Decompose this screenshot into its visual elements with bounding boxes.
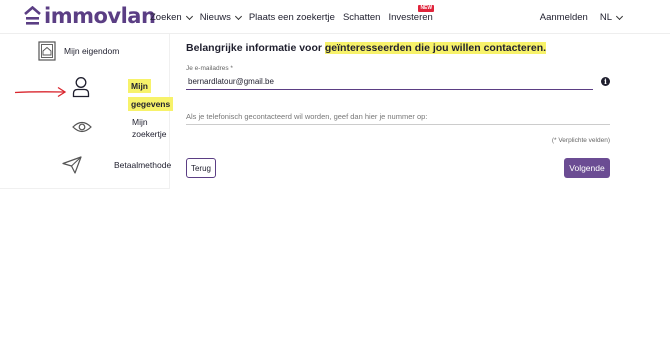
back-button[interactable]: Terug bbox=[186, 158, 216, 178]
new-badge: NEW bbox=[418, 5, 435, 12]
title-highlight: geïnteresseerden die jou willen contacte… bbox=[324, 42, 547, 54]
info-icon[interactable]: i bbox=[601, 77, 610, 86]
sidebar-item-label-line2: gegevens bbox=[128, 97, 174, 111]
sidebar-item-label-line1: Mijn bbox=[132, 117, 148, 127]
sidebar-item-label-line2: zoekertje bbox=[132, 129, 167, 139]
eye-icon bbox=[72, 121, 92, 133]
annotation-arrow-icon bbox=[14, 86, 67, 98]
sidebar-item-betaalmethode[interactable]: Betaalmethode bbox=[62, 156, 171, 174]
main-nav: Zoeken Nieuws Plaats een zoekertje Schat… bbox=[150, 5, 441, 23]
send-icon bbox=[62, 156, 82, 174]
nav-schatten[interactable]: Schatten bbox=[343, 12, 381, 23]
email-field[interactable] bbox=[186, 73, 593, 90]
nav-nieuws[interactable]: Nieuws bbox=[199, 12, 242, 23]
language-label: NL bbox=[599, 12, 612, 23]
account-nav: Aanmelden NL bbox=[540, 12, 624, 23]
nav-zoeken[interactable]: Zoeken bbox=[150, 12, 193, 23]
nav-investeren-label: Investeren bbox=[388, 12, 433, 23]
page-title: Belangrijke informatie voor geïnteressee… bbox=[186, 42, 626, 54]
chevron-down-icon bbox=[615, 12, 624, 20]
sidebar-item-label: Betaalmethode bbox=[114, 160, 172, 170]
nav-nieuws-label: Nieuws bbox=[199, 12, 231, 23]
next-button[interactable]: Volgende bbox=[564, 158, 610, 178]
chevron-down-icon bbox=[185, 12, 193, 20]
nav-investeren[interactable]: Investeren NEW bbox=[388, 5, 435, 23]
logo-text: immovlan bbox=[44, 4, 156, 28]
sidebar-item-label-line1: Mijn bbox=[128, 79, 151, 93]
chevron-down-icon bbox=[234, 12, 242, 20]
language-selector[interactable]: NL bbox=[599, 12, 624, 23]
title-plain: Belangrijke informatie voor bbox=[186, 42, 325, 54]
property-icon bbox=[38, 41, 56, 61]
house-logo-icon bbox=[24, 6, 41, 25]
immovlan-logo[interactable]: immovlan bbox=[24, 4, 156, 28]
user-icon bbox=[72, 77, 90, 98]
nav-schatten-label: Schatten bbox=[342, 12, 381, 23]
nav-zoeken-label: Zoeken bbox=[150, 12, 182, 23]
top-header: immovlan Zoeken Nieuws Plaats een zoeker… bbox=[0, 0, 670, 34]
sidebar-item-mijn-eigendom[interactable]: Mijn eigendom bbox=[38, 41, 119, 61]
nav-plaats-zoekertje-label: Plaats een zoekertje bbox=[248, 12, 335, 23]
main-form: Belangrijke informatie voor geïnteressee… bbox=[186, 42, 626, 178]
sidebar-item-mijn-gegevens[interactable]: Mijn gegevens bbox=[72, 76, 174, 111]
required-fields-note: (* Verplichte velden) bbox=[551, 137, 610, 144]
nav-plaats-zoekertje[interactable]: Plaats een zoekertje bbox=[249, 12, 335, 23]
account-sidebar: Mijn eigendom Mijn gegevens Mijn zoekert… bbox=[0, 34, 174, 189]
sidebar-item-mijn-zoekertje[interactable]: Mijn zoekertje bbox=[72, 117, 167, 139]
login-link[interactable]: Aanmelden bbox=[540, 12, 588, 23]
phone-field[interactable] bbox=[186, 108, 610, 125]
sidebar-item-label: Mijn eigendom bbox=[64, 46, 120, 56]
email-label: Je e-mailadres * bbox=[186, 65, 233, 72]
